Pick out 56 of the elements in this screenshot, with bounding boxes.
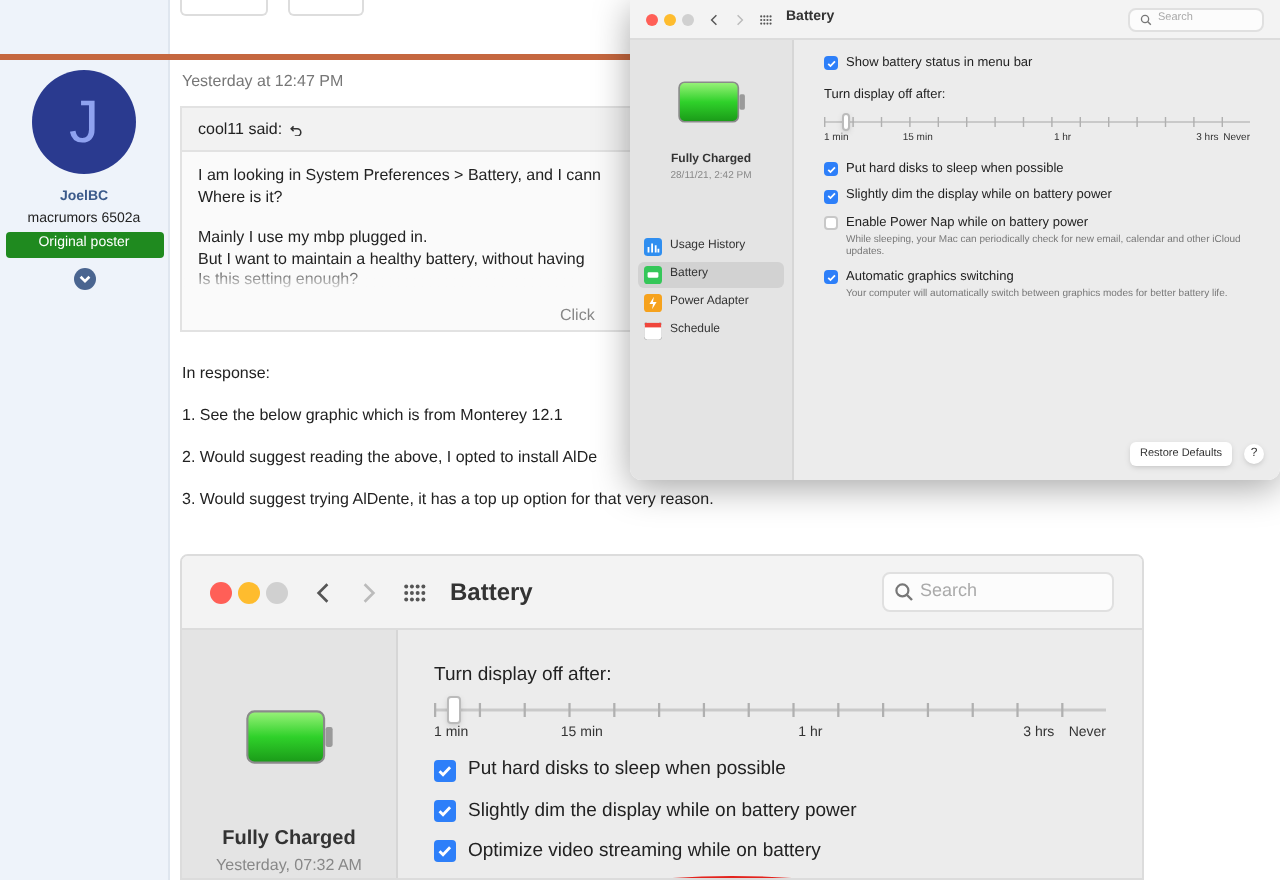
search-icon xyxy=(894,582,914,602)
check-icon xyxy=(825,271,837,283)
check-icon xyxy=(825,58,837,70)
checkbox[interactable] xyxy=(824,189,838,204)
quote-text: Where is it? xyxy=(198,187,283,208)
calendar-icon xyxy=(644,321,662,339)
checkbox[interactable] xyxy=(434,800,456,823)
quote-text: Mainly I use my mbp plugged in. xyxy=(198,228,428,249)
checkbox-label: Optimize video streaming while on battery xyxy=(468,837,821,866)
checkbox[interactable] xyxy=(434,840,456,863)
quote-text: Is this setting enough? xyxy=(198,270,359,291)
post-paragraph: 3. Would suggest trying AlDente, it has a top up option for that very reason. xyxy=(182,490,714,510)
back-chevron-icon[interactable] xyxy=(708,13,720,25)
reply-arrow-icon[interactable] xyxy=(290,123,303,135)
post-paragraph: 2. Would suggest reading the above, I opted to install AlDe xyxy=(182,448,598,468)
bar-chart-icon xyxy=(644,237,662,255)
charge-time: Yesterday, 07:32 AM xyxy=(216,854,362,878)
battery-icon xyxy=(677,80,745,124)
quote-text: I am looking in System Preferences > Battery, and I cann xyxy=(198,166,602,187)
checkbox[interactable] xyxy=(824,56,838,71)
check-icon xyxy=(436,761,454,780)
window-control-icon[interactable] xyxy=(266,581,288,603)
slider-thumb[interactable] xyxy=(447,696,462,725)
check-icon xyxy=(436,802,454,821)
avatar[interactable]: J xyxy=(32,70,136,174)
post-timestamp[interactable]: Yesterday at 12:47 PM xyxy=(182,70,344,94)
forward-chevron-icon[interactable] xyxy=(358,581,380,603)
slider-track[interactable] xyxy=(824,111,1250,131)
charge-status: Fully Charged xyxy=(222,826,356,854)
check-icon xyxy=(825,163,837,175)
quote-text: But I want to maintain a healthy battery, without having xyxy=(198,249,585,270)
check-icon xyxy=(436,842,454,861)
back-chevron-icon[interactable] xyxy=(312,581,334,603)
slider-label: Turn display off after: xyxy=(434,662,614,690)
window-control-icon[interactable] xyxy=(210,581,232,603)
forward-chevron-icon[interactable] xyxy=(734,13,746,25)
slider-thumb[interactable] xyxy=(841,112,850,130)
checkbox[interactable] xyxy=(824,216,838,231)
lightning-icon xyxy=(644,293,662,311)
checkbox[interactable] xyxy=(824,270,838,285)
slider-track[interactable] xyxy=(434,696,1106,725)
quote-attribution: cool11 said: xyxy=(198,117,283,141)
post-paragraph: In response: xyxy=(182,364,271,384)
checkbox-label: Slightly dim the display while on battery power xyxy=(468,797,857,825)
checkbox[interactable] xyxy=(824,161,838,176)
checkbox[interactable] xyxy=(434,759,456,782)
window-title: Battery xyxy=(450,576,533,610)
check-icon xyxy=(825,190,837,202)
battery-icon xyxy=(644,265,662,283)
chevron-down-icon[interactable] xyxy=(73,267,95,289)
window-control-icon[interactable] xyxy=(238,581,260,603)
grid-icon[interactable] xyxy=(404,581,426,603)
post-paragraph: 1. See the below graphic which is from Monterey 12.1 xyxy=(182,406,563,426)
search-icon xyxy=(1140,13,1152,25)
checkbox-label: Put hard disks to sleep when possible xyxy=(468,756,786,785)
grid-icon[interactable] xyxy=(760,13,772,25)
